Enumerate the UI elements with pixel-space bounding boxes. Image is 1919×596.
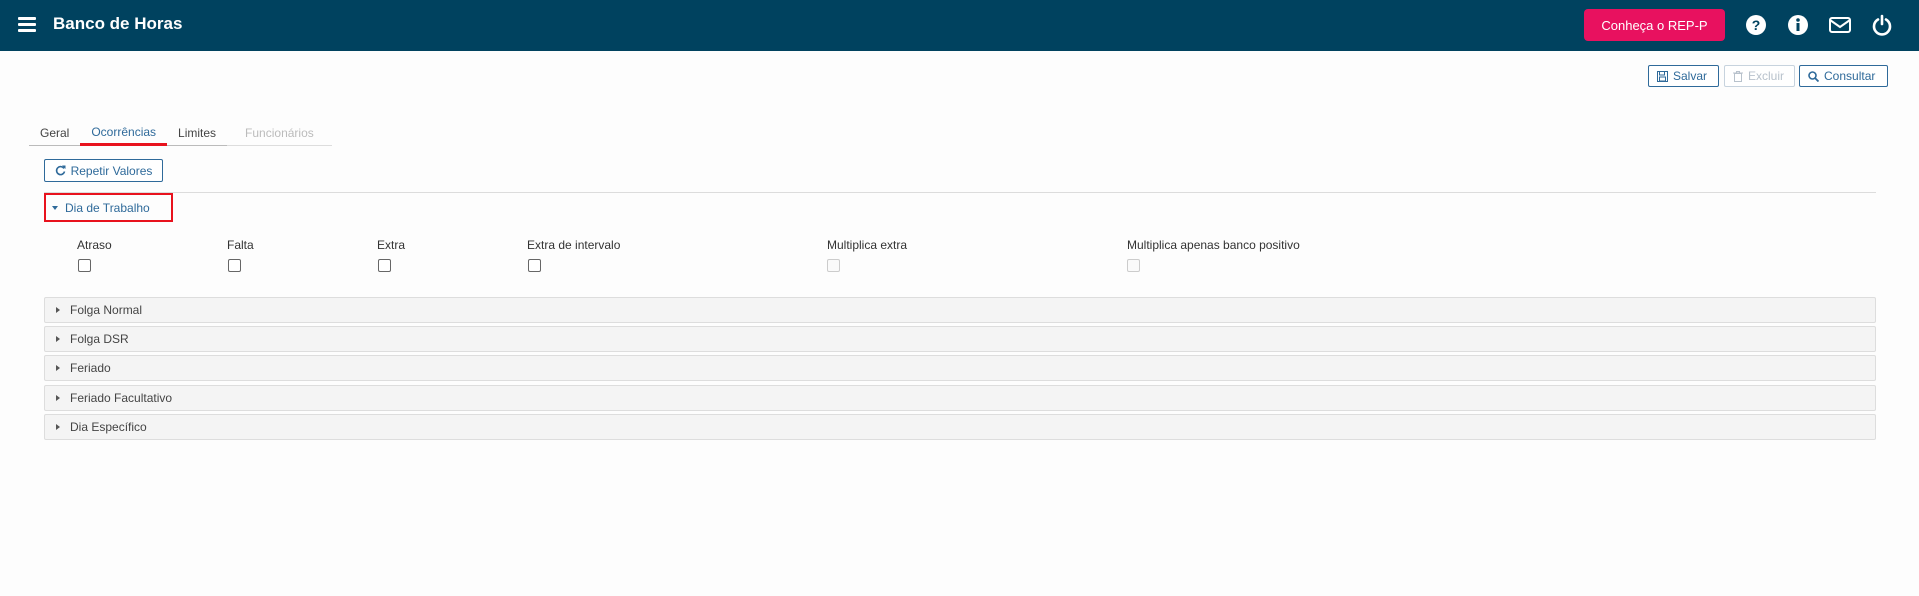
mail-icon[interactable] bbox=[1828, 13, 1852, 37]
multiplica-banco-positivo-checkbox[interactable] bbox=[1127, 259, 1140, 272]
extra-label: Extra bbox=[377, 238, 406, 252]
top-bar: Banco de Horas Conheça o REP-P ? bbox=[0, 0, 1919, 51]
tab-geral[interactable]: Geral bbox=[29, 120, 81, 146]
tab-bar: Geral Ocorrências Limites Funcionários bbox=[29, 120, 332, 146]
svg-text:?: ? bbox=[1752, 17, 1761, 33]
repeat-values-label: Repetir Valores bbox=[70, 163, 153, 178]
caret-right-icon bbox=[56, 424, 60, 430]
section-divider bbox=[44, 192, 1876, 193]
panel-feriado-facultativo[interactable]: Feriado Facultativo bbox=[44, 385, 1876, 411]
caret-right-icon bbox=[56, 395, 60, 401]
work-day-title: Dia de Trabalho bbox=[65, 200, 150, 215]
app-title: Banco de Horas bbox=[53, 14, 183, 33]
caret-right-icon bbox=[56, 336, 60, 342]
atraso-checkbox[interactable] bbox=[78, 259, 91, 272]
tab-funcionarios[interactable]: Funcionários bbox=[227, 120, 332, 146]
panel-label: Folga DSR bbox=[70, 332, 129, 346]
falta-label: Falta bbox=[227, 238, 254, 252]
multiplica-extra-checkbox[interactable] bbox=[827, 259, 840, 272]
panel-label: Folga Normal bbox=[70, 303, 143, 317]
extra-intervalo-checkbox[interactable] bbox=[528, 259, 541, 272]
query-button[interactable]: Consultar bbox=[1799, 65, 1888, 87]
power-icon[interactable] bbox=[1870, 13, 1894, 37]
save-icon bbox=[1657, 70, 1668, 82]
panel-dia-especifico[interactable]: Dia Específico bbox=[44, 414, 1876, 440]
delete-button[interactable]: Excluir bbox=[1724, 65, 1795, 87]
extra-checkbox[interactable] bbox=[378, 259, 391, 272]
repeat-values-button[interactable]: Repetir Valores bbox=[44, 159, 163, 182]
tab-limites[interactable]: Limites bbox=[167, 120, 228, 146]
extra-intervalo-label: Extra de intervalo bbox=[527, 238, 621, 252]
panel-feriado[interactable]: Feriado bbox=[44, 355, 1876, 381]
atraso-label: Atraso bbox=[77, 238, 112, 252]
panel-label: Feriado Facultativo bbox=[70, 391, 173, 405]
multiplica-banco-positivo-label: Multiplica apenas banco positivo bbox=[1127, 238, 1300, 252]
rep-p-promo-button[interactable]: Conheça o REP-P bbox=[1584, 9, 1725, 41]
help-icon[interactable]: ? bbox=[1744, 13, 1768, 37]
caret-right-icon bbox=[56, 307, 60, 313]
query-label: Consultar bbox=[1824, 69, 1876, 83]
refresh-icon bbox=[55, 165, 66, 176]
work-day-section-header[interactable]: Dia de Trabalho bbox=[44, 193, 173, 222]
caret-right-icon bbox=[56, 365, 60, 371]
falta-checkbox[interactable] bbox=[228, 259, 241, 272]
panel-folga-dsr[interactable]: Folga DSR bbox=[44, 326, 1876, 352]
multiplica-extra-label: Multiplica extra bbox=[827, 238, 908, 252]
search-icon bbox=[1808, 70, 1819, 82]
save-button[interactable]: Salvar bbox=[1648, 65, 1719, 87]
delete-label: Excluir bbox=[1748, 69, 1785, 83]
trash-icon bbox=[1733, 70, 1743, 82]
tab-ocorrencias[interactable]: Ocorrências bbox=[80, 120, 168, 146]
panel-folga-normal[interactable]: Folga Normal bbox=[44, 297, 1876, 323]
info-icon[interactable] bbox=[1786, 13, 1810, 37]
panel-label: Dia Específico bbox=[70, 420, 147, 434]
menu-icon[interactable] bbox=[18, 17, 36, 32]
save-label: Salvar bbox=[1673, 69, 1708, 83]
caret-down-icon bbox=[52, 205, 58, 210]
panel-label: Feriado bbox=[70, 361, 111, 375]
